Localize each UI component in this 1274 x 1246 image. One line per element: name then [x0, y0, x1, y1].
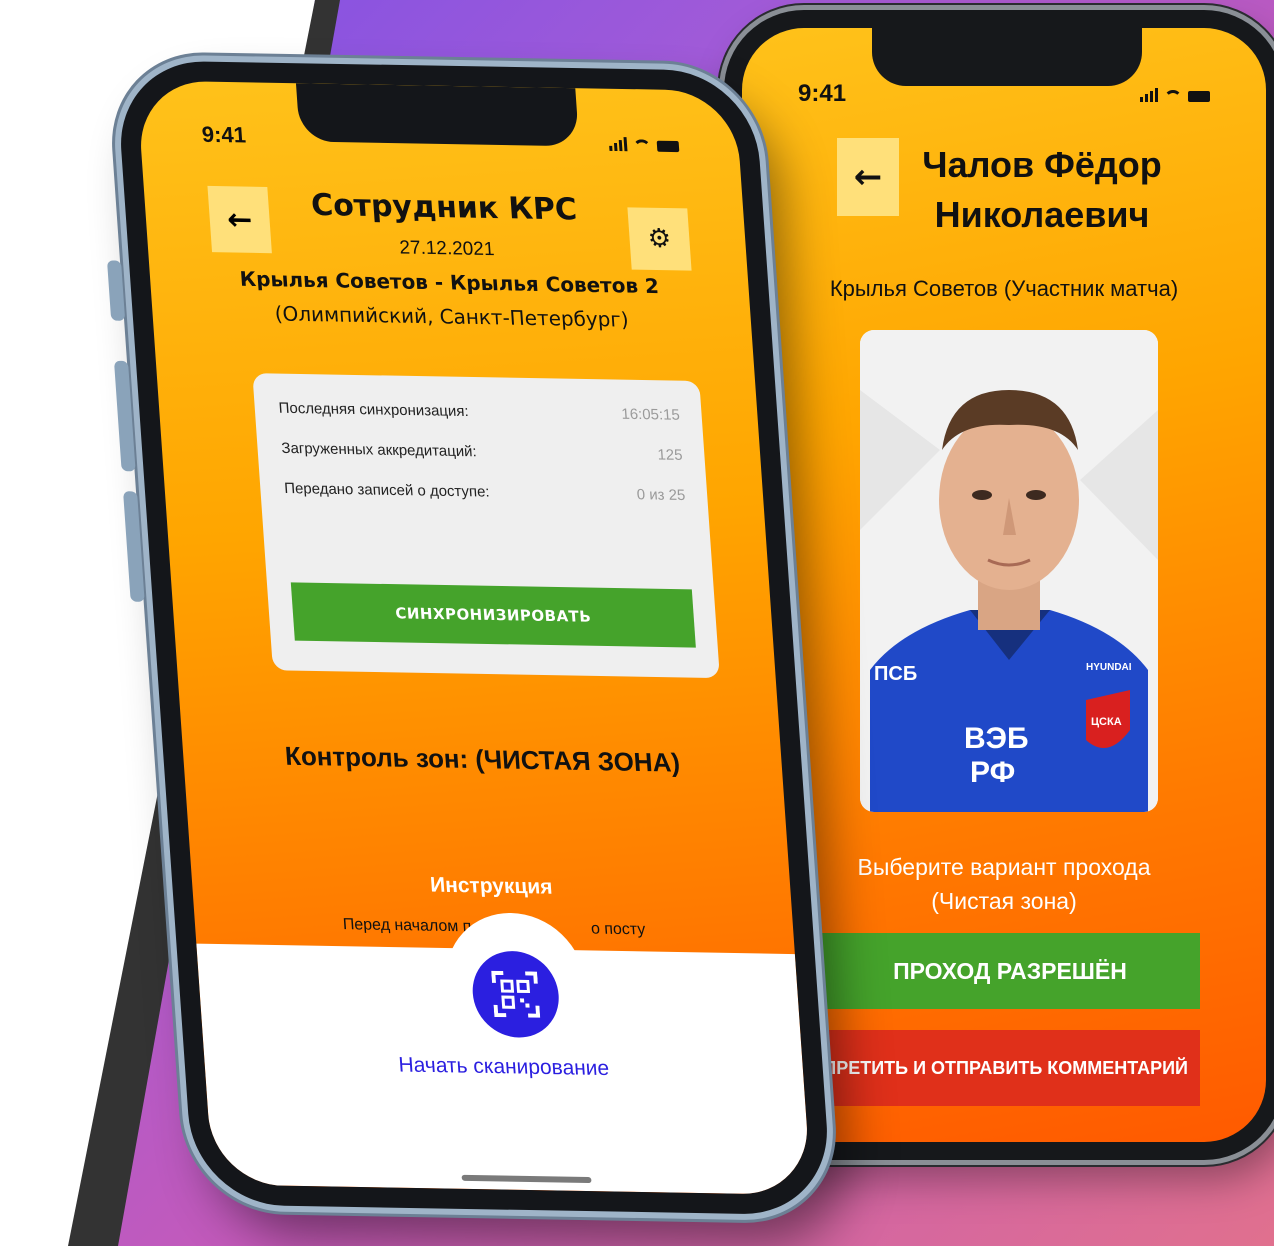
shirt-sponsor: ПСБ [874, 663, 917, 685]
match-name: Крылья Советов - Крылья Советов 2 [238, 266, 660, 299]
sync-row-sent: Передано записей о доступе: 0 из 25 [284, 480, 686, 504]
instruction-title: Инструкция [429, 873, 554, 899]
participant-name: Чалов Фёдор Николаевич [902, 140, 1182, 240]
club-crest: ЦСКА [1091, 716, 1122, 728]
wifi-icon [1164, 90, 1182, 102]
instruction-text-end: о посту [590, 920, 646, 939]
name-line-1: Чалов Фёдор [922, 144, 1162, 185]
status-icons [609, 137, 680, 153]
sync-label: Передано записей о доступе: [283, 479, 491, 501]
scan-label[interactable]: Начать сканирование [204, 1050, 804, 1085]
notch [295, 83, 580, 147]
status-icons [1140, 88, 1210, 102]
player-photo-illustration: ПСБ HYUNDAI ВЭБ РФ ЦСКА [860, 330, 1158, 812]
notch [872, 28, 1142, 86]
sync-value: 0 из 25 [636, 486, 686, 505]
instruction-text-start: Перед началом п [342, 916, 472, 936]
shirt-sponsor-3-line1: ВЭБ [964, 722, 1029, 755]
participant-screen: 9:41 ← Чалов Фёдор Николаевич Крылья Сов… [742, 28, 1266, 1142]
sync-value: 125 [656, 446, 684, 464]
pass-select-prompt: Выберите вариант прохода (Чистая зона) [742, 850, 1266, 918]
battery-icon [656, 140, 680, 153]
sync-label: Загруженных аккредитаций: [280, 439, 478, 461]
participant-team: Крылья Советов (Участник матча) [829, 276, 1179, 301]
shirt-sponsor-3-line2: РФ [970, 756, 1015, 789]
phone-left: 9:41 ← ⚙ Сотрудник КРС 27.12.2021 Крылья… [107, 60, 833, 1216]
prompt-line-1: Выберите вариант прохода [857, 854, 1151, 880]
zone-control: Контроль зон: (ЧИСТАЯ ЗОНА) [283, 740, 681, 778]
status-time: 9:41 [200, 121, 247, 148]
staff-screen: 9:41 ← ⚙ Сотрудник КРС 27.12.2021 Крылья… [136, 80, 812, 1195]
sync-row-last: Последняя синхронизация: 16:05:15 [278, 400, 680, 424]
wifi-icon [632, 139, 652, 152]
name-line-2: Николаевич [934, 194, 1150, 235]
back-arrow-icon: ← [853, 157, 883, 197]
qr-scan-icon [491, 970, 541, 1018]
signal-icon [609, 137, 628, 152]
match-venue: (Олимпийский, Санкт-Петербург) [273, 301, 630, 332]
battery-icon [1188, 91, 1210, 102]
deny-and-comment-button[interactable]: ПРЕТИТЬ И ОТПРАВИТЬ КОММЕНТАРИЙ [820, 1030, 1200, 1106]
back-button[interactable]: ← [837, 138, 899, 216]
signal-icon [1140, 88, 1158, 102]
sync-card: Последняя синхронизация: 16:05:15 Загруж… [252, 373, 720, 679]
allow-pass-button[interactable]: ПРОХОД РАЗРЕШЁН [820, 933, 1200, 1009]
prompt-line-2: (Чистая зона) [931, 888, 1077, 914]
sync-button[interactable]: СИНХРОНИЗИРОВАТЬ [290, 582, 696, 648]
sync-label: Последняя синхронизация: [278, 399, 470, 421]
status-time: 9:41 [798, 80, 847, 107]
shirt-sponsor-2: HYUNDAI [1086, 662, 1132, 673]
home-indicator [461, 1174, 592, 1184]
sync-value: 16:05:15 [620, 405, 681, 424]
participant-photo: ПСБ HYUNDAI ВЭБ РФ ЦСКА [860, 330, 1158, 812]
sync-row-loaded: Загруженных аккредитаций: 125 [281, 440, 683, 464]
